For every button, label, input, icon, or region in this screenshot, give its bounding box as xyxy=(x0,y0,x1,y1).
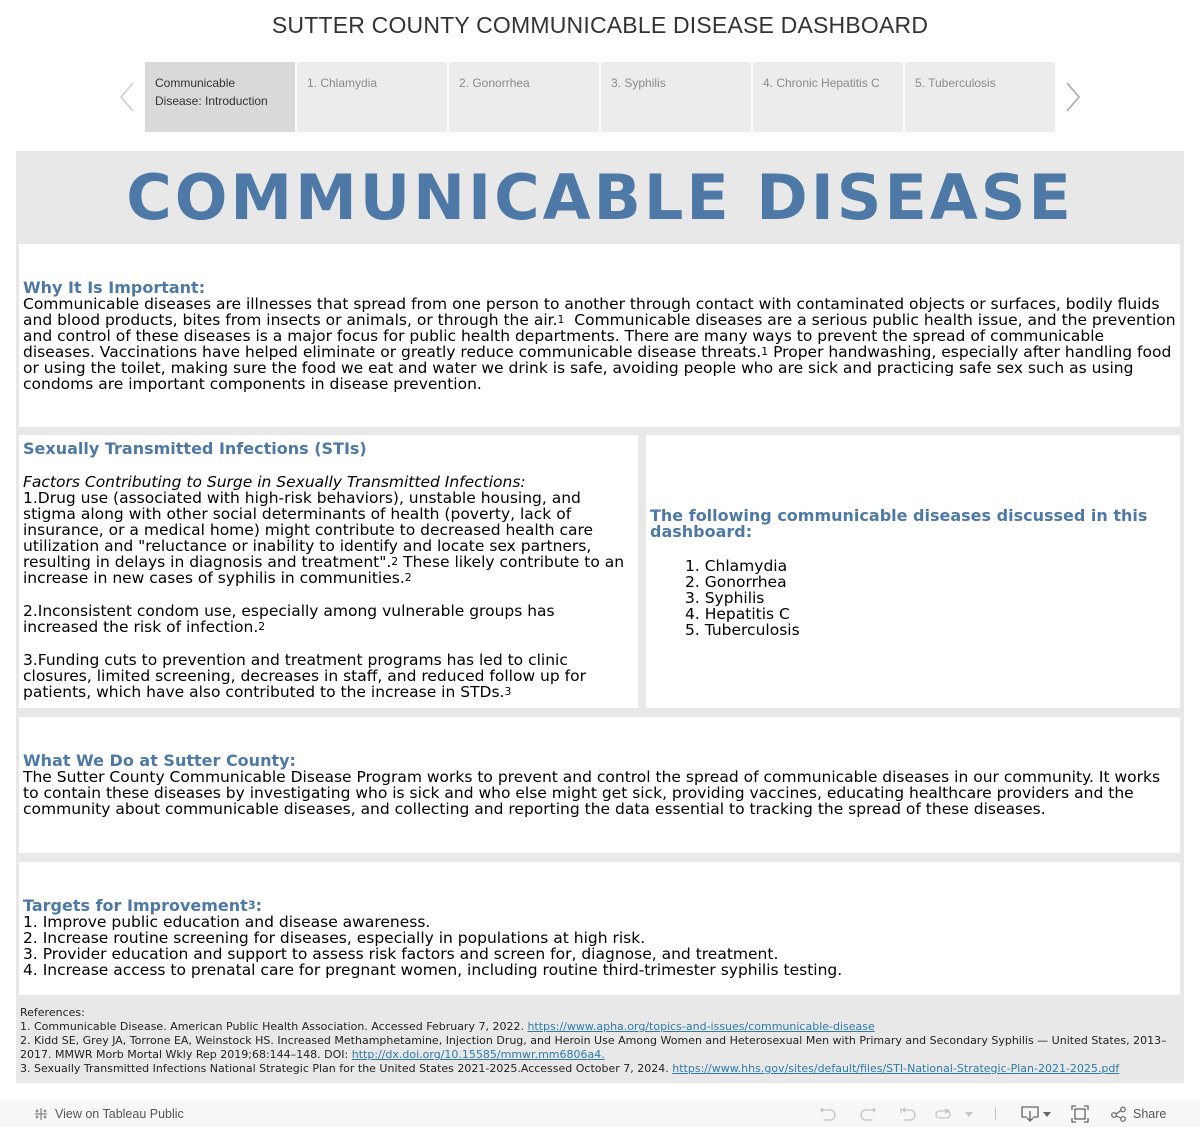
tableau-toolbar: View on Tableau Public Share xyxy=(0,1100,1200,1127)
disease-item: 5. Tuberculosis xyxy=(685,621,800,639)
reference-item: 1. Communicable Disease. American Public… xyxy=(20,1020,1180,1034)
tab-hepatitis-c[interactable]: 4. Chronic Hepatitis C xyxy=(753,62,903,132)
next-tab-button[interactable] xyxy=(1056,62,1090,132)
view-on-tableau-label: View on Tableau Public xyxy=(55,1106,184,1121)
dropdown-icon xyxy=(1043,1111,1051,1117)
what-heading: What We Do at Sutter County: xyxy=(23,751,296,770)
reference-item: 2. Kidd SE, Grey JA, Torrone EA, Weinsto… xyxy=(20,1034,1180,1062)
sti-subheading: Factors Contributing to Surge in Sexuall… xyxy=(23,473,526,491)
revert-button[interactable] xyxy=(898,1100,918,1127)
tab-syphilis[interactable]: 3. Syphilis xyxy=(601,62,751,132)
sti-factor-3: 3.Funding cuts to prevention and treatme… xyxy=(23,652,634,700)
target-item: 4. Increase access to prenatal care for … xyxy=(23,961,843,979)
redo-icon xyxy=(860,1107,876,1121)
chevron-left-icon xyxy=(119,82,134,112)
reference-text: 1. Communicable Disease. American Public… xyxy=(20,1020,528,1033)
references-panel: References: 1. Communicable Disease. Ame… xyxy=(16,1003,1184,1083)
why-important-panel: Why It Is Important: Communicable diseas… xyxy=(19,244,1180,427)
disease-item: 3. Syphilis xyxy=(685,589,765,607)
story-tab-bar: Communicable Disease: Introduction 1. Ch… xyxy=(110,62,1090,132)
sti-factor-2: 2.Inconsistent condom use, especially am… xyxy=(23,603,634,635)
reference-link[interactable]: http://dx.doi.org/10.15585/mmwr.mm6806a4… xyxy=(352,1048,605,1061)
refresh-dropdown-button[interactable] xyxy=(964,1100,974,1127)
why-heading: Why It Is Important: xyxy=(23,278,206,297)
footnote-ref: 3 xyxy=(247,899,256,912)
refresh-button[interactable] xyxy=(934,1100,954,1127)
tab-tuberculosis[interactable]: 5. Tuberculosis xyxy=(905,62,1055,132)
references-heading: References: xyxy=(20,1006,85,1019)
target-item: 2. Increase routine screening for diseas… xyxy=(23,929,646,947)
revert-icon xyxy=(900,1107,916,1121)
footnote-ref: 2 xyxy=(404,571,412,584)
targets-panel: Targets for Improvement3: 1. Improve pub… xyxy=(19,862,1180,995)
undo-icon xyxy=(820,1107,836,1121)
share-label: Share xyxy=(1133,1106,1167,1121)
disease-item: 4. Hepatitis C xyxy=(685,605,790,623)
share-icon xyxy=(1111,1106,1126,1122)
tab-gonorrhea[interactable]: 2. Gonorrhea xyxy=(449,62,599,132)
refresh-icon xyxy=(935,1107,951,1119)
why-text: Communicable diseases are illnesses that… xyxy=(23,296,1176,392)
factor-text: 2.Inconsistent condom use, especially am… xyxy=(23,602,555,636)
dropdown-icon xyxy=(965,1111,973,1117)
target-item: 1. Improve public education and disease … xyxy=(23,913,431,931)
reference-text: 3. Sexually Transmitted Infections Natio… xyxy=(20,1062,673,1075)
factor-text: 3.Funding cuts to prevention and treatme… xyxy=(23,651,586,701)
undo-button[interactable] xyxy=(818,1100,838,1127)
fullscreen-button[interactable] xyxy=(1071,1100,1089,1127)
target-item: 3. Provider education and support to ass… xyxy=(23,945,779,963)
reference-item: 3. Sexually Transmitted Infections Natio… xyxy=(20,1062,1180,1076)
reference-link[interactable]: https://www.hhs.gov/sites/default/files/… xyxy=(672,1062,1119,1075)
tab-chlamydia[interactable]: 1. Chlamydia xyxy=(297,62,447,132)
banner-title: COMMUNICABLE DISEASE xyxy=(126,160,1074,234)
what-text: The Sutter County Communicable Disease P… xyxy=(23,768,1161,818)
fullscreen-icon xyxy=(1071,1104,1089,1123)
footnote-ref: 3 xyxy=(504,685,512,698)
sti-panel: Sexually Transmitted Infections (STIs) F… xyxy=(19,435,638,708)
dashboard-canvas: COMMUNICABLE DISEASE Why It Is Important… xyxy=(16,151,1184,1083)
tab-introduction[interactable]: Communicable Disease: Introduction xyxy=(145,62,295,132)
footnote-ref: 2 xyxy=(258,620,266,633)
download-icon xyxy=(1021,1105,1039,1122)
redo-button[interactable] xyxy=(858,1100,878,1127)
dashboard-title: SUTTER COUNTY COMMUNICABLE DISEASE DASHB… xyxy=(271,12,929,38)
tableau-logo-icon xyxy=(35,1107,47,1120)
disease-item: 2. Gonorrhea xyxy=(685,573,787,591)
what-we-do-panel: What We Do at Sutter County: The Sutter … xyxy=(19,717,1180,853)
targets-heading: Targets for Improvement3: xyxy=(23,898,1176,914)
disease-item: 1. Chlamydia xyxy=(685,557,788,575)
diseases-list: 1. Chlamydia 2. Gonorrhea 3. Syphilis 4.… xyxy=(685,558,1176,638)
share-button[interactable]: Share xyxy=(1110,1100,1166,1127)
chevron-right-icon xyxy=(1066,82,1081,112)
sti-factor-1: 1.Drug use (associated with high-risk be… xyxy=(23,490,634,586)
view-on-tableau-public-link[interactable]: View on Tableau Public xyxy=(33,1100,184,1127)
download-button[interactable] xyxy=(1020,1100,1052,1127)
sti-heading: Sexually Transmitted Infections (STIs) xyxy=(23,439,367,458)
diseases-list-panel: The following communicable diseases disc… xyxy=(646,435,1180,708)
previous-tab-button[interactable] xyxy=(110,62,144,132)
reference-link[interactable]: https://www.apha.org/topics-and-issues/c… xyxy=(527,1020,874,1033)
diseases-heading: The following communicable diseases disc… xyxy=(650,506,1148,541)
toolbar-divider xyxy=(995,1107,996,1120)
